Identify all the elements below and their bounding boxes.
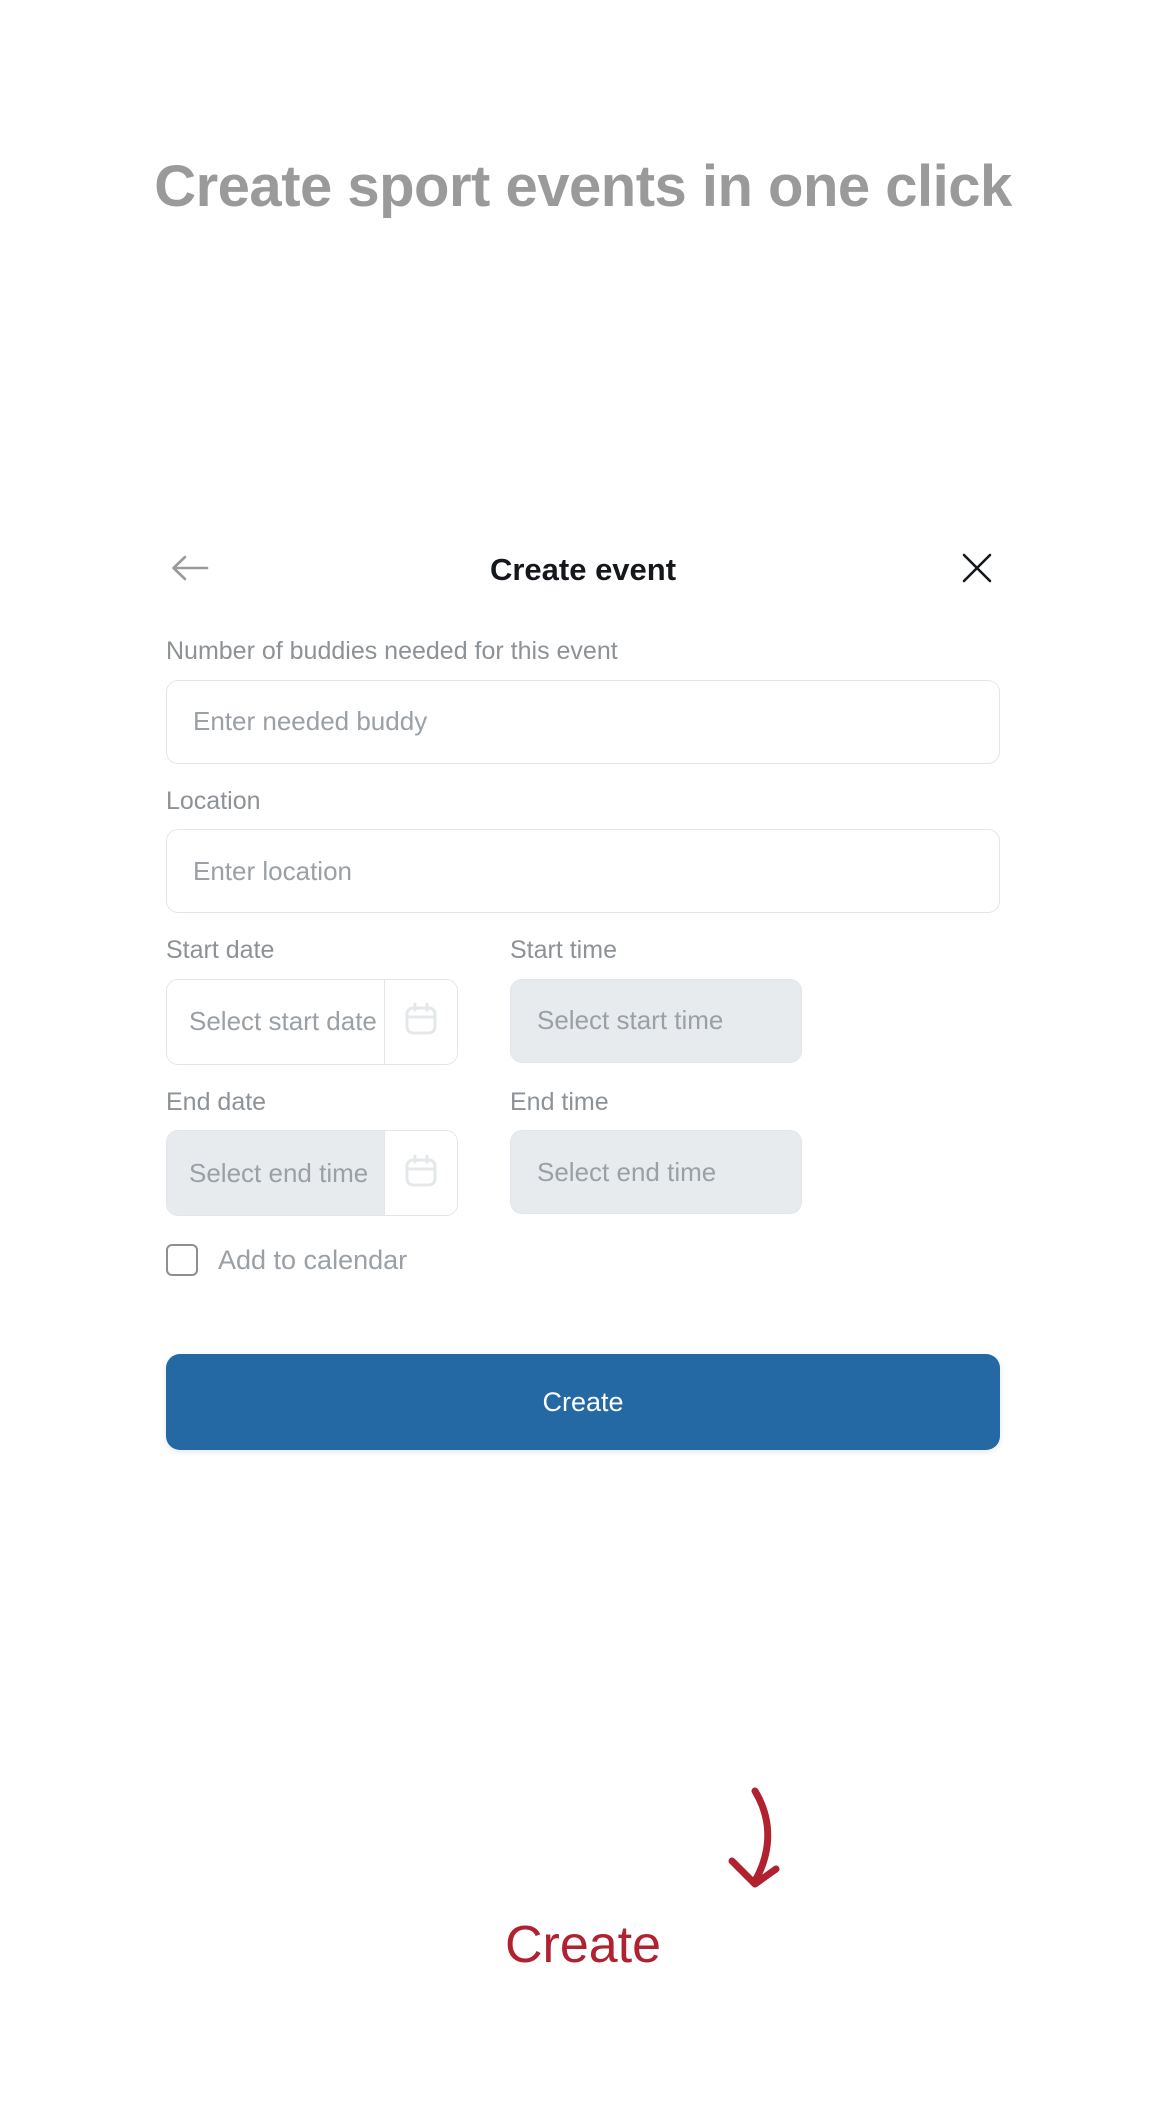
create-button[interactable]: Create	[166, 1354, 1000, 1450]
create-event-form: Number of buddies needed for this event …	[166, 637, 1000, 1450]
start-row: Start date Select start date Start time …	[166, 936, 1000, 1065]
arrow-left-icon	[169, 552, 209, 589]
end-time-select[interactable]: Select end time	[510, 1130, 802, 1214]
page-title: Create sport events in one click	[154, 154, 1012, 219]
close-icon	[959, 550, 995, 591]
start-date-input[interactable]: Select start date	[167, 979, 384, 1064]
field-start-date: Start date Select start date	[166, 936, 458, 1065]
location-label: Location	[166, 786, 261, 815]
end-date-input[interactable]: Select end time	[167, 1131, 384, 1215]
start-time-select[interactable]: Select start time	[510, 978, 802, 1063]
calendar-icon	[401, 1151, 441, 1196]
location-input[interactable]: Enter location	[166, 829, 1000, 913]
hero-section: Create sport events in one click	[0, 150, 1166, 224]
end-row: End date Select end time End time Select…	[166, 1087, 1000, 1217]
field-end-date: End date Select end time	[166, 1087, 458, 1216]
modal-title: Create event	[489, 552, 677, 587]
create-event-modal: Create event Number of buddies needed fo…	[166, 540, 1000, 1450]
field-buddies: Number of buddies needed for this event …	[166, 637, 1000, 764]
close-button[interactable]	[954, 547, 1000, 593]
end-date-calendar-button[interactable]	[384, 1131, 457, 1215]
end-time-label: End time	[510, 1087, 609, 1116]
start-date-picker[interactable]: Select start date	[166, 978, 458, 1065]
field-start-time: Start time Select start time	[510, 936, 802, 1065]
modal-header: Create event	[166, 540, 1000, 600]
start-date-label: Start date	[166, 936, 275, 964]
calendar-icon	[401, 999, 441, 1044]
field-end-time: End time Select end time	[510, 1087, 802, 1217]
annotation-arrow	[700, 1785, 830, 1915]
field-location: Location Enter location	[166, 786, 1000, 913]
back-button[interactable]	[166, 547, 212, 593]
annotation-label: Create	[504, 1916, 662, 1974]
end-date-picker[interactable]: Select end time	[166, 1130, 458, 1216]
add-to-calendar-checkbox[interactable]	[166, 1244, 198, 1276]
buddies-label: Number of buddies needed for this event	[166, 637, 618, 665]
start-date-calendar-button[interactable]	[384, 979, 457, 1064]
end-date-label: End date	[166, 1087, 267, 1116]
start-time-label: Start time	[510, 936, 617, 964]
add-to-calendar-label[interactable]: Add to calendar	[218, 1245, 407, 1276]
add-to-calendar-row[interactable]: Add to calendar	[166, 1244, 1000, 1276]
buddies-input[interactable]: Enter needed buddy	[166, 679, 1000, 764]
